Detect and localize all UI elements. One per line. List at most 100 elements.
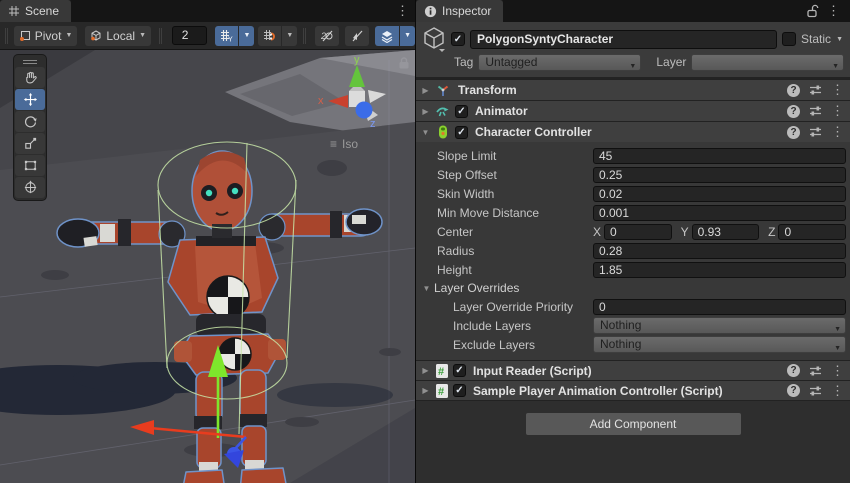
component-menu-icon[interactable]: ⋮ — [831, 79, 844, 101]
component-header-animator[interactable]: ▶ ✓ Animator ? ⋮ — [416, 100, 850, 121]
pivot-mode-button[interactable]: Pivot ▼ — [14, 26, 78, 46]
effects-caret[interactable]: ▼ — [400, 26, 415, 46]
presets-icon[interactable] — [809, 365, 822, 377]
property-label: Min Move Distance — [416, 206, 593, 220]
move-icon — [23, 92, 38, 107]
lock-icon[interactable] — [397, 56, 411, 70]
transform-tool-button[interactable] — [15, 177, 45, 198]
component-header-input-reader[interactable]: ▶ # ✓ Input Reader (Script) ? ⋮ — [416, 360, 850, 380]
foldout-icon[interactable]: ▶ — [420, 107, 431, 116]
animator-title: Animator — [475, 104, 528, 118]
gizmo-z-axis — [356, 102, 373, 119]
move-tool-button[interactable] — [15, 89, 45, 110]
presets-icon[interactable] — [809, 84, 822, 96]
presets-icon[interactable] — [809, 105, 822, 117]
property-label: Step Offset — [416, 168, 593, 182]
height-field[interactable]: 1.85 — [593, 262, 846, 278]
orientation-gizmo[interactable]: y x z — [312, 53, 404, 145]
layer-override-priority-field[interactable]: 0 — [593, 299, 846, 315]
foldout-icon[interactable]: ▶ — [420, 366, 431, 375]
component-menu-icon[interactable]: ⋮ — [831, 360, 844, 382]
component-header-sample-player[interactable]: ▶ # ✓ Sample Player Animation Controller… — [416, 380, 850, 400]
snap-increment-caret[interactable]: ▼ — [282, 26, 297, 46]
snap-increment-button[interactable] — [258, 26, 281, 46]
inspector-menu-icon[interactable]: ⋮ — [821, 0, 846, 22]
property-row: Layer Override Priority 0 — [416, 297, 850, 316]
script-icon: # — [435, 363, 449, 379]
foldout-icon[interactable]: ▶ — [420, 86, 431, 95]
help-icon[interactable]: ? — [787, 105, 800, 118]
gameobject-name-field[interactable]: PolygonSyntyCharacter — [470, 30, 777, 49]
exclude-layers-dropdown[interactable]: Nothing ▼ — [593, 336, 846, 353]
help-icon[interactable]: ? — [787, 384, 800, 397]
center-x-field[interactable]: 0 — [604, 224, 672, 240]
animator-enabled-checkbox[interactable]: ✓ — [455, 105, 468, 118]
inspector-tabbar: Inspector ⋮ — [416, 0, 850, 22]
center-y-field[interactable]: 0.93 — [692, 224, 760, 240]
static-checkbox[interactable] — [782, 32, 796, 46]
include-layers-value: Nothing — [600, 318, 641, 332]
pivot-caret-icon: ▼ — [65, 32, 72, 39]
layer-dropdown[interactable]: ▼ — [691, 54, 844, 71]
scene-visibility-toggle[interactable]: 2 — [315, 26, 339, 46]
camera-audio-toggle[interactable] — [345, 26, 369, 46]
property-label: Height — [416, 263, 593, 277]
gameobject-active-checkbox[interactable]: ✓ — [451, 32, 465, 46]
component-menu-icon[interactable]: ⋮ — [831, 100, 844, 122]
pivot-label: Pivot — [35, 29, 62, 43]
effects-toggle[interactable] — [375, 26, 399, 46]
view-hand-tool-button[interactable] — [15, 67, 45, 88]
grid-snap-button[interactable]: Y — [215, 26, 238, 46]
transform-title: Transform — [458, 83, 517, 97]
center-z-field[interactable]: 0 — [778, 224, 846, 240]
rotate-tool-button[interactable] — [15, 111, 45, 132]
presets-icon[interactable] — [809, 385, 822, 397]
foldout-icon[interactable]: ▼ — [420, 128, 431, 137]
rect-tool-button[interactable] — [15, 155, 45, 176]
local-space-button[interactable]: Local ▼ — [85, 26, 151, 46]
gizmo-x-axis — [328, 95, 348, 108]
help-icon[interactable]: ? — [787, 364, 800, 377]
slope-limit-field[interactable]: 45 — [593, 148, 846, 164]
step-offset-field[interactable]: 0.25 — [593, 167, 846, 183]
cc-enabled-checkbox[interactable]: ✓ — [455, 126, 468, 139]
grid-snap-caret[interactable]: ▼ — [239, 26, 254, 46]
projection-toggle[interactable]: ≡ Iso — [330, 137, 358, 151]
tool-palette — [13, 54, 47, 201]
scale-tool-button[interactable] — [15, 133, 45, 154]
scene-menu-icon[interactable]: ⋮ — [390, 0, 415, 22]
include-layers-dropdown[interactable]: Nothing ▼ — [593, 317, 846, 334]
component-header-character-controller[interactable]: ▼ ✓ Character Controller ? ⋮ — [416, 121, 850, 142]
unlock-icon[interactable] — [806, 4, 819, 18]
scene-viewport[interactable]: y x z ≡ Iso — [0, 50, 415, 483]
foldout-icon[interactable]: ▶ — [420, 386, 431, 395]
include-caret-icon: ▼ — [834, 322, 841, 337]
add-component-button[interactable]: Add Component — [525, 412, 742, 436]
scene-tabbar: Scene ⋮ — [0, 0, 415, 22]
skin-width-field[interactable]: 0.02 — [593, 186, 846, 202]
scene-grid-icon — [8, 5, 20, 17]
static-caret-icon[interactable]: ▼ — [836, 36, 843, 43]
input-reader-enabled-checkbox[interactable]: ✓ — [453, 364, 466, 377]
foldout-icon: ▼ — [421, 284, 432, 293]
rotate-icon — [23, 114, 38, 129]
radius-field[interactable]: 0.28 — [593, 243, 846, 259]
presets-icon[interactable] — [809, 126, 822, 138]
sample-player-enabled-checkbox[interactable]: ✓ — [453, 384, 466, 397]
info-icon — [424, 5, 437, 18]
palette-drag-handle[interactable] — [15, 57, 45, 66]
component-header-transform[interactable]: ▶ Transform ? ⋮ — [416, 79, 850, 100]
component-menu-icon[interactable]: ⋮ — [831, 380, 844, 402]
component-menu-icon[interactable]: ⋮ — [831, 121, 844, 143]
gameobject-cube-icon[interactable] — [422, 26, 446, 52]
help-icon[interactable]: ? — [787, 126, 800, 139]
help-icon[interactable]: ? — [787, 84, 800, 97]
grid-size-field[interactable]: 2 — [172, 26, 208, 45]
tab-inspector[interactable]: Inspector — [416, 0, 503, 22]
layer-overrides-foldout[interactable]: ▼ Layer Overrides — [416, 279, 850, 297]
input-reader-title: Input Reader (Script) — [473, 364, 592, 378]
tab-scene[interactable]: Scene — [0, 0, 71, 22]
min-move-distance-field[interactable]: 0.001 — [593, 205, 846, 221]
layers-icon — [380, 29, 394, 43]
tag-dropdown[interactable]: Untagged ▼ — [478, 54, 641, 71]
